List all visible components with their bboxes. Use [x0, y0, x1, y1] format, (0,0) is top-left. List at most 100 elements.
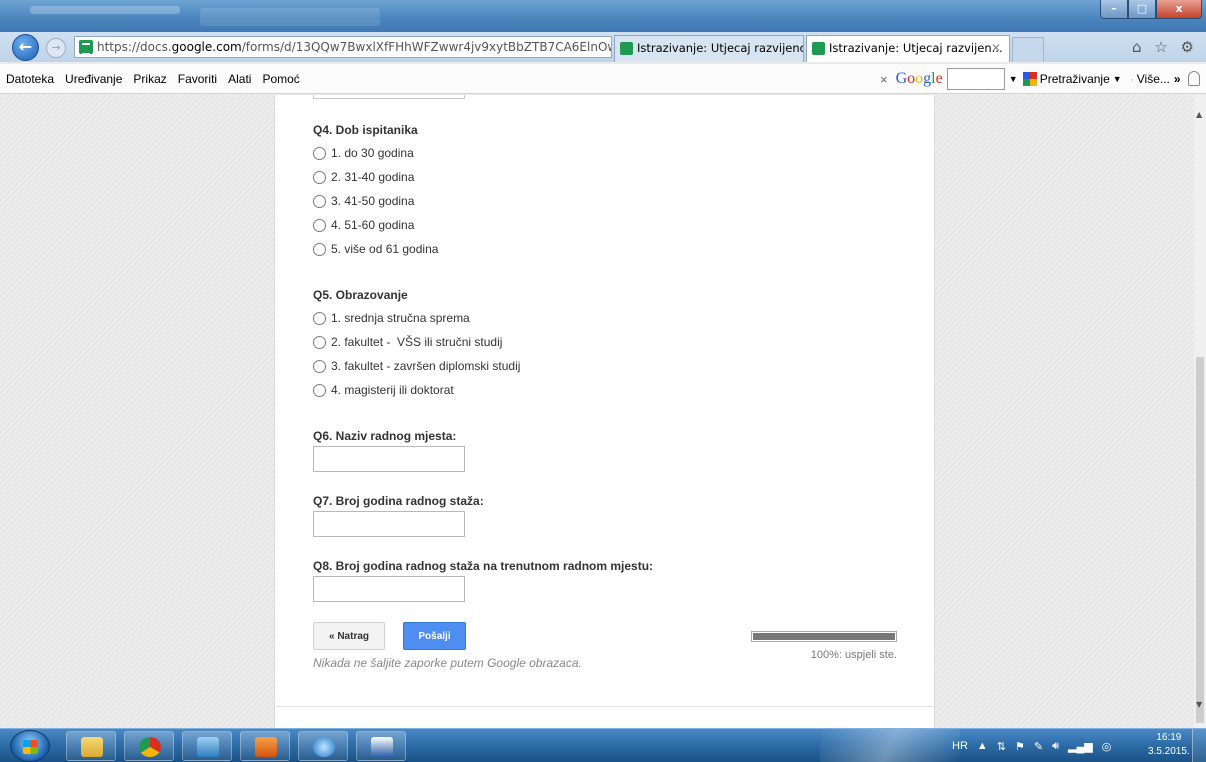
radio-button[interactable]: [313, 194, 326, 208]
option-label: 1. do 30 godina: [331, 146, 414, 160]
home-favorites-tools-icons[interactable]: ⌂ ☆ ⚙: [1132, 38, 1198, 56]
more-button[interactable]: Više...: [1137, 72, 1170, 86]
years-of-service-input[interactable]: [313, 511, 465, 537]
minimize-button[interactable]: –: [1100, 0, 1128, 19]
folder-icon: [81, 737, 103, 757]
taskbar-word-button[interactable]: [356, 731, 406, 761]
word-icon: [371, 737, 393, 757]
submit-button[interactable]: Pošalji: [403, 622, 466, 650]
option-label: 2. fakultet - VŠS ili stručni studij: [331, 335, 503, 349]
browser-tab-2-active[interactable]: Istrazivanje: Utjecaj razvijen... ✕: [806, 35, 1010, 62]
password-warning-note: Nikada ne šaljite zaporke putem Google o…: [313, 656, 582, 670]
windows-logo-icon: [23, 740, 38, 754]
radio-option[interactable]: 2. 31-40 godina: [313, 170, 414, 184]
scrollbar-thumb[interactable]: [1196, 357, 1204, 723]
radio-button[interactable]: [313, 242, 326, 256]
menu-item-prikaz[interactable]: Prikaz: [133, 64, 166, 94]
close-window-button[interactable]: x: [1156, 0, 1202, 19]
radio-option[interactable]: 5. više od 61 godina: [313, 242, 438, 256]
radio-option[interactable]: 4. 51-60 godina: [313, 218, 414, 232]
signal-icon[interactable]: ▂▄▆: [1068, 740, 1093, 753]
menu-item-uredivanje[interactable]: Uređivanje: [65, 64, 122, 94]
google-toolbar-close-icon[interactable]: ×: [880, 72, 888, 87]
scroll-up-arrow-icon[interactable]: ▲: [1196, 110, 1202, 119]
tab-1-label: Istrazivanje: Utjecaj razvijenosti...: [637, 41, 803, 55]
google-search-icon: [1022, 72, 1037, 86]
radio-button[interactable]: [313, 170, 326, 184]
back-button[interactable]: ←: [12, 34, 39, 61]
radio-button[interactable]: [313, 311, 326, 325]
job-title-input[interactable]: [313, 446, 465, 472]
page-content: Q4. Dob ispitanika 1. do 30 godina 2. 31…: [0, 95, 1206, 728]
menu-item-datoteka[interactable]: Datoteka: [6, 64, 54, 94]
previous-answer-field[interactable]: [313, 95, 465, 99]
maximize-button[interactable]: □: [1128, 0, 1156, 19]
google-search-input[interactable]: [946, 68, 1005, 90]
radio-option[interactable]: 3. fakultet - završen diplomski studij: [313, 359, 520, 373]
tab-close-icon[interactable]: ✕: [991, 36, 1001, 61]
url-path: /forms/d/13QQw7BwxlXfFHhWFZwwr4jv9xytBbZ…: [241, 40, 612, 54]
card-footer-divider: [275, 706, 936, 707]
action-center-flag-icon[interactable]: ⚑: [1015, 740, 1025, 753]
clock-time: 16:19: [1156, 732, 1182, 743]
chevron-double-right-icon[interactable]: »: [1174, 72, 1181, 86]
search-dropdown-icon[interactable]: ▼: [1009, 74, 1018, 84]
radio-button[interactable]: [313, 359, 326, 373]
app-window-icon: [197, 737, 219, 757]
progress-bar-fill: [753, 633, 895, 640]
taskbar-explorer-button[interactable]: [66, 731, 116, 761]
browser-tab-1[interactable]: Istrazivanje: Utjecaj razvijenosti...: [614, 35, 804, 62]
taskbar-media-button[interactable]: [240, 731, 290, 761]
window-title: [30, 6, 180, 14]
menu-item-alati[interactable]: Alati: [228, 64, 251, 94]
status-circle-icon[interactable]: ◎: [1102, 740, 1112, 753]
clock-date: 3.5.2015.: [1148, 746, 1190, 757]
taskbar-ie-button[interactable]: [298, 731, 348, 761]
address-bar[interactable]: https://docs.google.com/forms/d/13QQw7Bw…: [74, 36, 612, 58]
show-desktop-button[interactable]: [1192, 729, 1206, 762]
menu-item-pomoc[interactable]: Pomoć: [262, 64, 299, 94]
window-controls: – □ x: [1100, 0, 1202, 19]
radio-option[interactable]: 4. magisterij ili doktorat: [313, 383, 454, 397]
language-indicator[interactable]: HR: [952, 740, 968, 752]
radio-option[interactable]: 1. do 30 godina: [313, 146, 414, 160]
show-hidden-icons-icon[interactable]: ▲: [977, 740, 988, 752]
option-label: 4. 51-60 godina: [331, 218, 415, 232]
option-label: 4. magisterij ili doktorat: [331, 383, 454, 397]
url-domain: google.com: [171, 40, 242, 54]
scroll-down-arrow-icon[interactable]: ▼: [1196, 700, 1202, 709]
radio-button[interactable]: [313, 146, 326, 160]
vertical-scrollbar[interactable]: ▲ ▼: [1194, 95, 1206, 728]
pen-icon[interactable]: ✎: [1034, 740, 1043, 753]
years-current-position-input[interactable]: [313, 576, 465, 602]
radio-button[interactable]: [313, 383, 326, 397]
network-icon[interactable]: ⇅: [997, 740, 1006, 753]
volume-icon[interactable]: 🔊︎: [1052, 740, 1059, 753]
forward-button[interactable]: →: [46, 38, 66, 58]
search-button-label[interactable]: Pretraživanje: [1040, 72, 1110, 86]
taskbar-clock[interactable]: 16:19 3.5.2015.: [1148, 731, 1190, 759]
radio-option[interactable]: 2. fakultet - VŠS ili stručni studij: [313, 335, 502, 349]
back-page-button[interactable]: « Natrag: [313, 622, 385, 650]
google-toolbar: × Google ▼ Pretraživanje ▼ · Više... »: [880, 64, 1181, 94]
taskbar-glow: [820, 729, 960, 762]
radio-button[interactable]: [313, 218, 326, 232]
radio-option[interactable]: 1. srednja stručna sprema: [313, 311, 470, 325]
menu-item-favoriti[interactable]: Favoriti: [178, 64, 217, 94]
search-options-dropdown-icon[interactable]: ▼: [1113, 74, 1122, 84]
url-prefix: https://docs.: [97, 40, 172, 54]
new-tab-button[interactable]: [1012, 37, 1044, 62]
start-button[interactable]: [10, 730, 50, 762]
internet-explorer-icon: [313, 737, 335, 757]
taskbar-app-button[interactable]: [182, 731, 232, 761]
window-title-bar: – □ x: [0, 0, 1206, 32]
taskbar-chrome-button[interactable]: [124, 731, 174, 761]
google-forms-site-icon: [79, 40, 93, 55]
notification-bell-icon[interactable]: [1188, 71, 1200, 86]
option-label: 3. fakultet - završen diplomski studij: [331, 359, 521, 373]
radio-option[interactable]: 3. 41-50 godina: [313, 194, 414, 208]
radio-button[interactable]: [313, 335, 326, 349]
progress-text: 100%: uspjeli ste.: [810, 649, 897, 661]
question-q7-title: Q7. Broj godina radnog staža:: [313, 494, 484, 508]
google-logo: Google: [895, 70, 943, 87]
